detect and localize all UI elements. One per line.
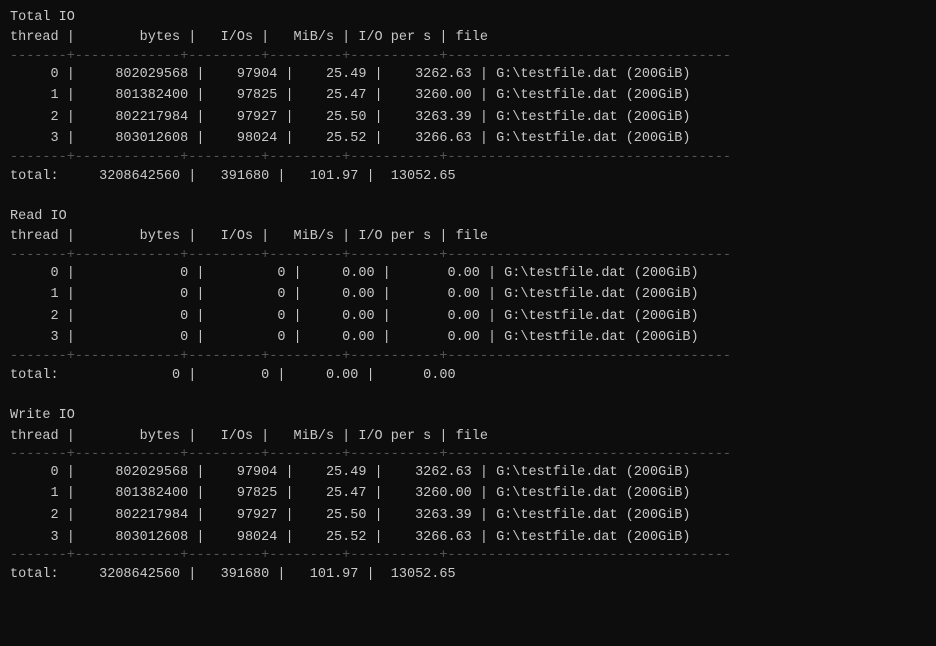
- read-io-row-3: 3 | 0 | 0 | 0.00 | 0.00 | G:\testfile.da…: [10, 327, 926, 349]
- read-io-title: thread | bytes | I/Os | MiB/s | I/O per …: [10, 227, 926, 247]
- read-io-total: total: 0 | 0 | 0.00 | 0.00: [10, 364, 926, 388]
- total-io-row-1: 1 | 801382400 | 97825 | 25.47 | 3260.00 …: [10, 85, 926, 107]
- read-io-row-1: 1 | 0 | 0 | 0.00 | 0.00 | G:\testfile.da…: [10, 284, 926, 306]
- write-io-title: thread | bytes | I/Os | MiB/s | I/O per …: [10, 427, 926, 447]
- write-io-separator-top: -------+-------------+---------+--------…: [10, 447, 926, 462]
- write-io-row-2: 2 | 802217984 | 97927 | 25.50 | 3263.39 …: [10, 505, 926, 527]
- read-io-separator-bottom: -------+-------------+---------+--------…: [10, 349, 926, 364]
- write-io-separator-bottom: -------+-------------+---------+--------…: [10, 548, 926, 563]
- write-io-row-1: 1 | 801382400 | 97825 | 25.47 | 3260.00 …: [10, 483, 926, 505]
- write-io-row-0: 0 | 802029568 | 97904 | 25.49 | 3262.63 …: [10, 462, 926, 484]
- write-io-total: total: 3208642560 | 391680 | 101.97 | 13…: [10, 563, 926, 587]
- total-io-separator-top: -------+-------------+---------+--------…: [10, 49, 926, 64]
- write-io-row-3: 3 | 803012608 | 98024 | 25.52 | 3266.63 …: [10, 527, 926, 549]
- total-io-row-0: 0 | 802029568 | 97904 | 25.49 | 3262.63 …: [10, 64, 926, 86]
- read-io-row-0: 0 | 0 | 0 | 0.00 | 0.00 | G:\testfile.da…: [10, 263, 926, 285]
- total-io-separator-bottom: -------+-------------+---------+--------…: [10, 150, 926, 165]
- total-io-row-2: 2 | 802217984 | 97927 | 25.50 | 3263.39 …: [10, 107, 926, 129]
- read-io-title: Read IO: [10, 207, 926, 227]
- total-io-row-3: 3 | 803012608 | 98024 | 25.52 | 3266.63 …: [10, 128, 926, 150]
- total-io-total: total: 3208642560 | 391680 | 101.97 | 13…: [10, 165, 926, 189]
- section-read-io: Read IOthread | bytes | I/Os | MiB/s | I…: [10, 207, 926, 398]
- app-container: Total IOthread | bytes | I/Os | MiB/s | …: [10, 8, 926, 598]
- write-io-title: Write IO: [10, 406, 926, 426]
- total-io-title: Total IO: [10, 8, 926, 28]
- total-io-title: thread | bytes | I/Os | MiB/s | I/O per …: [10, 28, 926, 48]
- read-io-row-2: 2 | 0 | 0 | 0.00 | 0.00 | G:\testfile.da…: [10, 306, 926, 328]
- read-io-separator-top: -------+-------------+---------+--------…: [10, 248, 926, 263]
- section-total-io: Total IOthread | bytes | I/Os | MiB/s | …: [10, 8, 926, 199]
- section-write-io: Write IOthread | bytes | I/Os | MiB/s | …: [10, 406, 926, 597]
